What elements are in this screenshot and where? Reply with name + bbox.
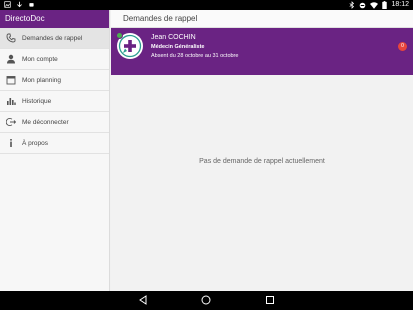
sidebar-item-a-propos[interactable]: À propos (0, 133, 109, 154)
download-icon (17, 1, 22, 8)
page-title: Demandes de rappel (111, 10, 413, 28)
request-count-badge: 0 (398, 42, 407, 51)
sidebar-item-mon-compte[interactable]: Mon compte (0, 49, 109, 70)
doctor-specialty: Médecin Généraliste (151, 44, 205, 50)
info-icon (5, 138, 16, 149)
back-icon (139, 295, 147, 305)
clock: 18:12 (391, 1, 409, 8)
logout-icon (5, 117, 16, 128)
sidebar-item-label: Demandes de rappel (22, 34, 83, 42)
recents-icon (266, 296, 274, 304)
bluetooth-icon (349, 1, 355, 9)
wifi-icon (370, 1, 379, 9)
doctor-name: Jean COCHIN (151, 34, 196, 41)
minus-circle-icon (360, 2, 366, 8)
bar-chart-icon (5, 96, 16, 107)
navigation-bar (0, 291, 413, 310)
android-icon (29, 3, 34, 7)
home-button[interactable] (200, 294, 212, 306)
battery-icon (382, 1, 388, 9)
sidebar-item-label: À propos (22, 139, 49, 147)
sidebar-item-mon-planning[interactable]: Mon planning (0, 70, 109, 91)
phone-icon (5, 33, 16, 44)
absence-period: Absent du 28 octobre au 31 octobre (151, 53, 239, 59)
online-status-dot (116, 32, 123, 39)
main-panel: Demandes de rappel Jean COCHIN Médecin G… (111, 10, 413, 291)
sidebar-item-demandes-de-rappel[interactable]: Demandes de rappel (0, 28, 109, 49)
image-icon (4, 1, 11, 8)
callback-request-card[interactable]: Jean COCHIN Médecin Généraliste Absent d… (111, 28, 413, 75)
sidebar-item-label: Mon planning (22, 76, 62, 84)
empty-state-message: Pas de demande de rappel actuellement (199, 158, 325, 165)
app-title: DirectoDoc (0, 10, 109, 28)
calendar-icon (5, 75, 16, 86)
person-icon (5, 54, 16, 65)
sidebar-item-historique[interactable]: Historique (0, 91, 109, 112)
sidebar-item-label: Historique (22, 97, 52, 105)
sidebar-item-label: Me déconnecter (22, 118, 69, 126)
app-window: DirectoDoc Demandes de rappel Mon compte… (0, 10, 413, 291)
sidebar-item-me-deconnecter[interactable]: Me déconnecter (0, 112, 109, 133)
sidebar: DirectoDoc Demandes de rappel Mon compte… (0, 10, 110, 291)
back-button[interactable] (137, 294, 149, 306)
sidebar-item-label: Mon compte (22, 55, 58, 63)
recents-button[interactable] (264, 294, 276, 306)
status-bar: 18:12 (0, 0, 413, 10)
home-icon (201, 295, 211, 305)
